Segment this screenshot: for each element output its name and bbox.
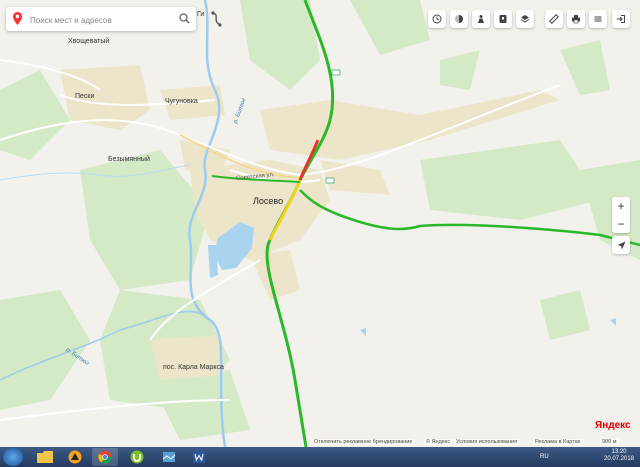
clock-date: 20.07.2018	[603, 456, 635, 462]
menu-icon	[594, 16, 602, 22]
map-canvas[interactable]: Лосево Хвощеватый Пески Чугуновка Безымя…	[0, 0, 640, 447]
start-button[interactable]	[3, 448, 23, 466]
search-icon[interactable]	[179, 13, 190, 24]
login-icon	[617, 15, 625, 23]
search-input[interactable]	[28, 10, 182, 30]
terms-link[interactable]: Условия использования	[454, 439, 520, 445]
print-button[interactable]	[567, 10, 585, 28]
yandex-logo: Яндекс	[595, 420, 631, 431]
explorer-icon	[37, 451, 53, 463]
route-icon[interactable]	[208, 10, 226, 28]
layers-circle-icon	[455, 15, 463, 23]
place-label-top: Ги	[197, 11, 205, 18]
login-button[interactable]	[612, 10, 630, 28]
zoom-in-button[interactable]: +	[612, 197, 630, 215]
place-label-loseva: Лосево	[253, 196, 284, 206]
copyright-text: © Яндекс	[424, 439, 453, 445]
zoom-control: + −	[612, 197, 630, 233]
place-label-khvoshchevaty: Хвощеватый	[68, 38, 110, 45]
place-label-bezymyanny: Безымянный	[108, 156, 150, 163]
panorama-icon	[478, 15, 484, 23]
taskbar-torrent[interactable]	[124, 448, 150, 466]
ads-link[interactable]: Реклама в Картах	[533, 439, 583, 445]
taskbar-aimp[interactable]	[62, 448, 88, 466]
zoom-out-button[interactable]: −	[612, 215, 630, 233]
map-layer	[0, 0, 640, 447]
ruler-icon	[549, 14, 559, 24]
map-footer: Отключить рекламное брендирование © Янде…	[0, 438, 640, 447]
map-toolbar-right	[545, 10, 607, 28]
taskbar-maps[interactable]	[156, 448, 182, 466]
bookmark-icon	[499, 15, 507, 23]
map-toolbar-left	[428, 10, 534, 28]
aimp-icon	[68, 450, 82, 464]
locate-arrow-icon	[617, 241, 625, 249]
map-pin-icon	[13, 12, 22, 25]
taskbar-explorer[interactable]	[32, 448, 58, 466]
print-icon	[572, 15, 580, 24]
scale-label: 900 м	[600, 439, 619, 445]
chrome-icon	[98, 450, 112, 464]
clock-time: 13:20	[611, 449, 627, 455]
menu-button[interactable]	[589, 10, 607, 28]
traffic-history-button[interactable]	[428, 10, 446, 28]
panorama-button[interactable]	[472, 10, 490, 28]
bookmarks-button[interactable]	[494, 10, 512, 28]
disable-branding-link[interactable]: Отключить рекламное брендирование	[312, 439, 415, 445]
map-toolbar-login	[612, 10, 630, 28]
layers-icon	[520, 15, 530, 23]
geolocation-button[interactable]	[612, 236, 630, 254]
search-box	[6, 7, 196, 31]
taskbar-word[interactable]	[186, 448, 212, 466]
language-indicator[interactable]: RU	[540, 454, 549, 460]
map-layers-button[interactable]	[516, 10, 534, 28]
place-label-peski: Пески	[75, 93, 95, 100]
maps-icon	[162, 452, 176, 462]
word-icon	[193, 451, 205, 463]
windows-taskbar: RU 13:20 20.07.2018	[0, 447, 640, 467]
clock-icon	[432, 14, 442, 24]
torrent-icon	[130, 450, 144, 464]
place-label-chugunovka: Чугуновка	[165, 98, 198, 105]
ruler-button[interactable]	[545, 10, 563, 28]
clock[interactable]: 13:20 20.07.2018	[602, 449, 636, 463]
layers-toggle-button[interactable]	[450, 10, 468, 28]
taskbar-chrome[interactable]	[92, 448, 118, 466]
place-label-karla-marksa: пос. Карла Маркса	[163, 364, 224, 371]
